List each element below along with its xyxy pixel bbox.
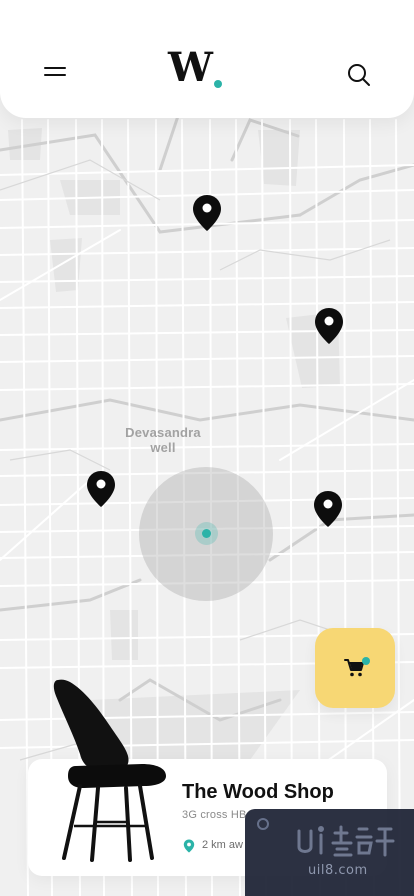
brand-logo-dot (214, 80, 222, 88)
location-pin-icon (183, 839, 195, 853)
map-pin-icon (193, 195, 221, 231)
map-pin-icon (314, 491, 342, 527)
map-pin-icon (315, 308, 343, 344)
map-place-label-line2: well (150, 440, 176, 455)
top-bar: W (0, 0, 414, 118)
shop-distance: 2 km aw (202, 839, 243, 851)
store-pin-3[interactable] (86, 470, 116, 508)
watermark-domain: uil8.com (308, 863, 368, 878)
current-location-dot (202, 529, 211, 538)
store-pin-1[interactable] (192, 194, 222, 232)
menu-line-bottom (44, 74, 66, 76)
app-screen: W Devasandra well The Wood Shop 3G cross… (0, 0, 414, 896)
store-pin-4[interactable] (313, 490, 343, 528)
map-place-label-line1: Devasandra (125, 425, 201, 440)
map-place-label: Devasandra well (110, 425, 216, 455)
watermark-ring-icon (257, 818, 269, 830)
shop-address: 3G cross HB (182, 809, 247, 821)
watermark-overlay: uil8.com (245, 809, 414, 896)
watermark-logo (297, 825, 395, 857)
menu-line-top (44, 67, 66, 69)
cart-button[interactable] (315, 628, 395, 708)
shop-name: The Wood Shop (182, 781, 334, 803)
cart-badge (362, 657, 370, 665)
store-pin-2[interactable] (314, 307, 344, 345)
black-chair-image (53, 679, 166, 862)
map-pin-icon (87, 471, 115, 507)
hamburger-menu-icon[interactable] (42, 64, 68, 82)
search-icon[interactable] (346, 62, 372, 88)
brand-logo[interactable]: W (168, 44, 228, 92)
brand-logo-letter: W (168, 44, 213, 91)
